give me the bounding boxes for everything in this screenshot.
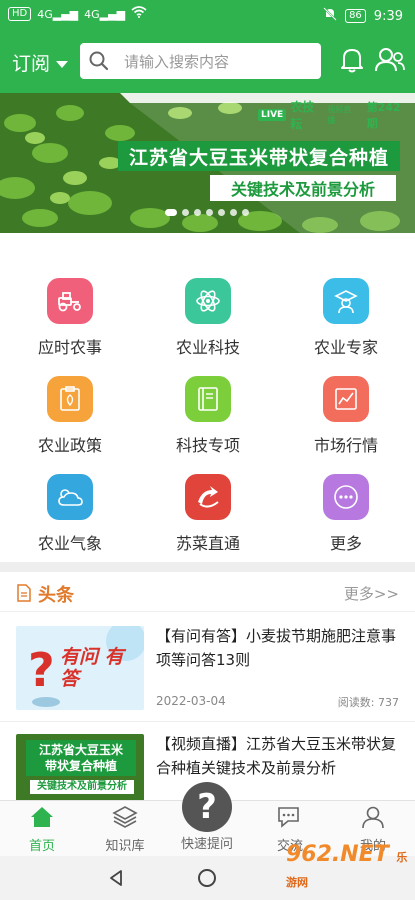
policy-icon: [47, 376, 93, 422]
nav-knowledge[interactable]: 知识库: [85, 805, 165, 854]
watermark: 962.NET 乐游网: [286, 842, 415, 892]
banner-title-2: 关键技术及前景分析: [210, 175, 396, 201]
banner-title-1: 江苏省大豆玉米带状复合种植: [118, 141, 400, 171]
bell-icon[interactable]: [340, 46, 364, 78]
book-icon: [185, 376, 231, 422]
top-bar: HD 4G▂▄▆ 4G▂▄▆ 86 9:39 订阅 请输入搜索内容: [0, 0, 415, 93]
nav-quick-ask[interactable]: 快速提问: [167, 831, 247, 852]
nav-label: 知识库: [105, 839, 145, 854]
clock: 9:39: [373, 8, 403, 24]
article-reads: 阅读数: 737: [337, 696, 399, 709]
expert-icon: [323, 278, 369, 324]
thumbnail-text-2: 带状复合种植: [44, 759, 117, 773]
quick-ask-button[interactable]: ?: [182, 782, 232, 832]
wifi-icon: [131, 6, 147, 22]
header: 订阅 请输入搜索内容: [0, 40, 415, 84]
carousel-dots: [165, 209, 249, 216]
chart-icon: [323, 376, 369, 422]
nav-home[interactable]: 首页: [2, 805, 82, 854]
carousel-dot[interactable]: [230, 209, 237, 216]
search-icon: [88, 50, 110, 76]
home-icon: [31, 807, 53, 827]
section-divider: [0, 562, 415, 572]
status-left: HD 4G▂▄▆ 4G▂▄▆: [8, 6, 147, 22]
carousel-dot[interactable]: [182, 209, 189, 216]
article-thumbnail: ? 有问 有答: [16, 626, 144, 710]
category-item[interactable]: 苏菜直通: [148, 462, 268, 560]
thumbnail-text: 有问 有答: [60, 646, 124, 690]
live-badge: LIVE 农技耘 视频直播 第242期: [258, 100, 408, 131]
mute-icon: [323, 7, 337, 25]
signal-icon-2: 4G▂▄▆: [84, 7, 126, 21]
carousel-dot[interactable]: [194, 209, 201, 216]
hd-badge: HD: [8, 7, 32, 21]
category-item[interactable]: 科技专项: [148, 364, 268, 462]
live-brand-sub: 视频直播: [327, 105, 352, 125]
category-item[interactable]: 农业气象: [10, 462, 130, 560]
carousel-dot[interactable]: [206, 209, 213, 216]
subscribe-dropdown[interactable]: 订阅: [12, 49, 69, 76]
category-grid: 应时农事 农业科技 农业专家 农业政策 科技专项 市场行情 农业气象 苏菜直通 …: [0, 266, 415, 562]
more-link[interactable]: 更多>>: [344, 583, 399, 604]
status-bar: HD 4G▂▄▆ 4G▂▄▆ 86 9:39: [0, 0, 415, 30]
article-thumbnail: 江苏省大豆玉米 带状复合种植 关键技术及前景分析: [16, 734, 144, 800]
document-icon: [16, 584, 32, 606]
category-item[interactable]: 应时农事: [10, 266, 130, 364]
status-right: 86 9:39: [323, 7, 403, 25]
banner-carousel[interactable]: LIVE 农技耘 视频直播 第242期 江苏省大豆玉米带状复合种植 关键技术及前…: [0, 93, 415, 233]
category-label: 更多: [329, 534, 362, 553]
battery-indicator: 86: [345, 9, 366, 23]
weather-icon: [47, 474, 93, 520]
category-label: 市场行情: [313, 436, 378, 455]
category-label: 苏菜直通: [175, 534, 240, 553]
search-input[interactable]: 请输入搜索内容: [80, 43, 321, 79]
watermark-brand: 962.NET: [286, 842, 389, 867]
signal-icon: 4G▂▄▆: [37, 7, 79, 21]
category-item[interactable]: 市场行情: [286, 364, 406, 462]
article-title: 【视频直播】江苏省大豆玉米带状复合种植关键技术及前景分析: [156, 735, 397, 777]
layers-icon: [112, 806, 138, 828]
chat-icon: [278, 807, 299, 828]
thumbnail-text: 江苏省大豆玉米 带状复合种植: [26, 740, 136, 776]
nav-label: 快速提问: [180, 837, 233, 852]
live-brand: 农技耘: [290, 100, 315, 131]
category-label: 农业气象: [37, 534, 102, 553]
search-placeholder: 请输入搜索内容: [124, 52, 230, 71]
chevron-down-icon: [56, 61, 69, 68]
atom-icon: [185, 278, 231, 324]
contacts-icon[interactable]: [374, 46, 406, 78]
su-icon: [185, 474, 231, 520]
article-date: 2022-03-04: [156, 694, 226, 708]
category-item[interactable]: 农业专家: [286, 266, 406, 364]
banner-spacer: [0, 233, 415, 266]
live-tag: LIVE: [258, 109, 287, 121]
more-icon: [323, 474, 369, 520]
live-issue: 第242期: [366, 101, 401, 130]
thumbnail-text-3: 关键技术及前景分析: [30, 780, 134, 794]
carousel-dot-active[interactable]: [165, 209, 177, 216]
svg-text:?: ?: [28, 643, 55, 697]
category-label: 科技专项: [175, 436, 240, 455]
category-label: 农业科技: [175, 338, 240, 357]
category-item[interactable]: 农业科技: [148, 266, 268, 364]
headlines-header: 头条 更多>>: [0, 572, 415, 612]
category-label: 农业政策: [37, 436, 102, 455]
user-icon: [362, 806, 384, 829]
subscribe-label: 订阅: [12, 53, 51, 75]
back-icon[interactable]: [108, 869, 124, 891]
category-item[interactable]: 更多: [286, 462, 406, 560]
category-label: 应时农事: [37, 338, 102, 357]
home-button-icon[interactable]: [198, 869, 216, 887]
tractor-icon: [47, 278, 93, 324]
headlines-title: 头条: [38, 585, 74, 606]
thumbnail-text-1: 江苏省大豆玉米: [38, 743, 123, 757]
nav-label: 首页: [28, 839, 55, 854]
carousel-dot[interactable]: [218, 209, 225, 216]
category-item[interactable]: 农业政策: [10, 364, 130, 462]
category-label: 农业专家: [313, 338, 378, 357]
article-title: 【有问有答】小麦拔节期施肥注意事项等问答13则: [156, 627, 397, 669]
article-item[interactable]: ? 有问 有答 【有问有答】小麦拔节期施肥注意事项等问答13则 2022-03-…: [0, 612, 415, 722]
question-icon: ?: [197, 787, 217, 827]
carousel-dot[interactable]: [242, 209, 249, 216]
